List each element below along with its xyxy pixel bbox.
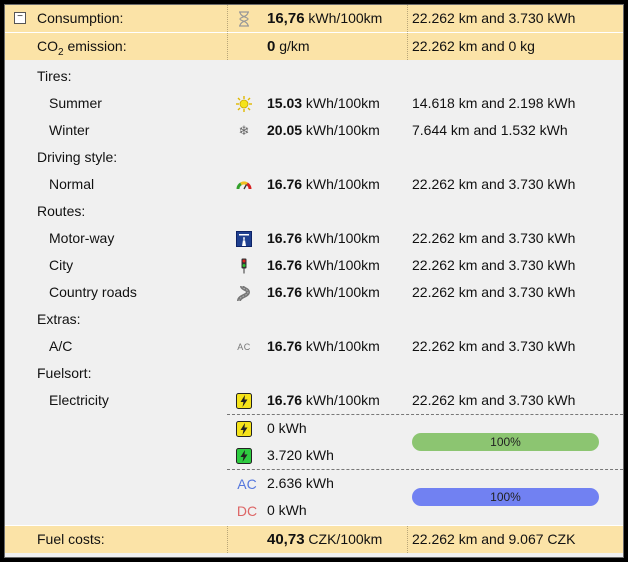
electricity-label: Electricity: [49, 392, 109, 408]
fuel-costs-value: 40,73 CZK/100km: [267, 531, 383, 548]
consumption-panel: − Consumption: 16,76 kWh/100km 22.262 km…: [4, 4, 624, 558]
charging-yellow-icon: [236, 393, 252, 409]
motorway-detail: 22.262 km and 3.730 kWh: [412, 230, 576, 246]
fuel-costs-detail: 22.262 km and 9.067 CZK: [412, 531, 576, 547]
driving-style-header-row: Driving style:: [5, 144, 623, 171]
summer-value: 15.03 kWh/100km: [267, 95, 380, 111]
country-roads-label: Country roads: [49, 284, 137, 300]
fuel-costs-label: Fuel costs:: [37, 531, 105, 547]
charge-progress-bar: 100%: [412, 433, 599, 451]
winter-detail: 7.644 km and 1.532 kWh: [412, 122, 568, 138]
collapse-toggle[interactable]: −: [14, 12, 26, 24]
city-value: 16.76 kWh/100km: [267, 257, 380, 273]
current-progress-label: 100%: [490, 490, 521, 504]
ac-charge-value: 2.636 kWh: [267, 475, 334, 491]
normal-value: 16.76 kWh/100km: [267, 176, 380, 192]
winter-label: Winter: [49, 122, 90, 138]
tires-summer-row: Summer 15.03 kWh/100km 14.618 km and 2.1…: [5, 90, 623, 117]
extras-ac-row: A/C AC 16.76 kWh/100km 22.262 km and 3.7…: [5, 333, 623, 360]
charge-yellow-value: 0 kWh: [267, 420, 307, 436]
driving-normal-row: Normal 16.76 kWh/100km 22.262 km and 3.7…: [5, 171, 623, 198]
charge-green-value: 3.720 kWh: [267, 447, 334, 463]
route-country-row: Country roads 16.76 kWh/100km 22.262 km …: [5, 279, 623, 306]
ac-value: 16.76 kWh/100km: [267, 338, 380, 354]
sun-icon: [236, 96, 252, 112]
fuelsort-electricity-row: Electricity 16.76 kWh/100km 22.262 km an…: [5, 387, 623, 414]
dc-charge-tag: DC: [236, 503, 258, 519]
charging-green-icon: [236, 448, 252, 464]
winter-value: 20.05 kWh/100km: [267, 122, 380, 138]
consumption-detail: 22.262 km and 3.730 kWh: [412, 10, 576, 26]
normal-label: Normal: [49, 176, 95, 192]
hourglass-icon: [236, 11, 252, 27]
routes-header: Routes:: [37, 203, 86, 219]
city-detail: 22.262 km and 3.730 kWh: [412, 257, 576, 273]
route-city-row: City 16.76 kWh/100km 22.262 km and 3.730…: [5, 252, 623, 279]
snowflake-icon: ❄: [238, 123, 250, 138]
ac-detail: 22.262 km and 3.730 kWh: [412, 338, 576, 354]
ac-label: A/C: [49, 338, 73, 354]
tires-header: Tires:: [37, 68, 72, 84]
summer-detail: 14.618 km and 2.198 kWh: [412, 95, 576, 111]
motorway-label: Motor-way: [49, 230, 115, 246]
city-label: City: [49, 257, 74, 273]
co2-value: 0 g/km: [267, 38, 310, 55]
country-roads-value: 16.76 kWh/100km: [267, 284, 380, 300]
traffic-light-icon: [236, 258, 252, 274]
charging-yellow-icon: [236, 421, 252, 437]
gauge-icon: [236, 177, 252, 193]
fuel-costs-row: Fuel costs: 40,73 CZK/100km 22.262 km an…: [5, 525, 623, 553]
co2-label: CO2 emission:: [37, 38, 127, 58]
electricity-detail: 22.262 km and 3.730 kWh: [412, 392, 576, 408]
route-motorway-row: Motor-way 16.76 kWh/100km 22.262 km and …: [5, 225, 623, 252]
extras-header-row: Extras:: [5, 306, 623, 333]
electricity-value: 16.76 kWh/100km: [267, 392, 380, 408]
normal-detail: 22.262 km and 3.730 kWh: [412, 176, 576, 192]
ac-charge-tag: AC: [237, 476, 257, 492]
fuelsort-header-row: Fuelsort:: [5, 360, 623, 387]
consumption-row: − Consumption: 16,76 kWh/100km 22.262 km…: [5, 5, 623, 33]
tires-winter-row: Winter ❄ 20.05 kWh/100km 7.644 km and 1.…: [5, 117, 623, 144]
summer-label: Summer: [49, 95, 102, 111]
motorway-value: 16.76 kWh/100km: [267, 230, 380, 246]
tires-header-row: Tires:: [5, 63, 623, 90]
consumption-label: Consumption:: [37, 10, 124, 26]
charge-progress-label: 100%: [490, 435, 521, 449]
ac-icon: AC: [237, 342, 251, 352]
consumption-value: 16,76 kWh/100km: [267, 10, 383, 27]
co2-detail: 22.262 km and 0 kg: [412, 38, 535, 54]
country-roads-detail: 22.262 km and 3.730 kWh: [412, 284, 576, 300]
driving-style-header: Driving style:: [37, 149, 118, 165]
co2-row: CO2 emission: 0 g/km 22.262 km and 0 kg: [5, 33, 623, 60]
current-progress-bar: 100%: [412, 488, 599, 506]
routes-header-row: Routes:: [5, 198, 623, 225]
fuelsort-header: Fuelsort:: [37, 365, 92, 381]
motorway-icon: [236, 231, 252, 247]
extras-header: Extras:: [37, 311, 81, 327]
dc-charge-value: 0 kWh: [267, 502, 307, 518]
winding-road-icon: [236, 285, 252, 302]
